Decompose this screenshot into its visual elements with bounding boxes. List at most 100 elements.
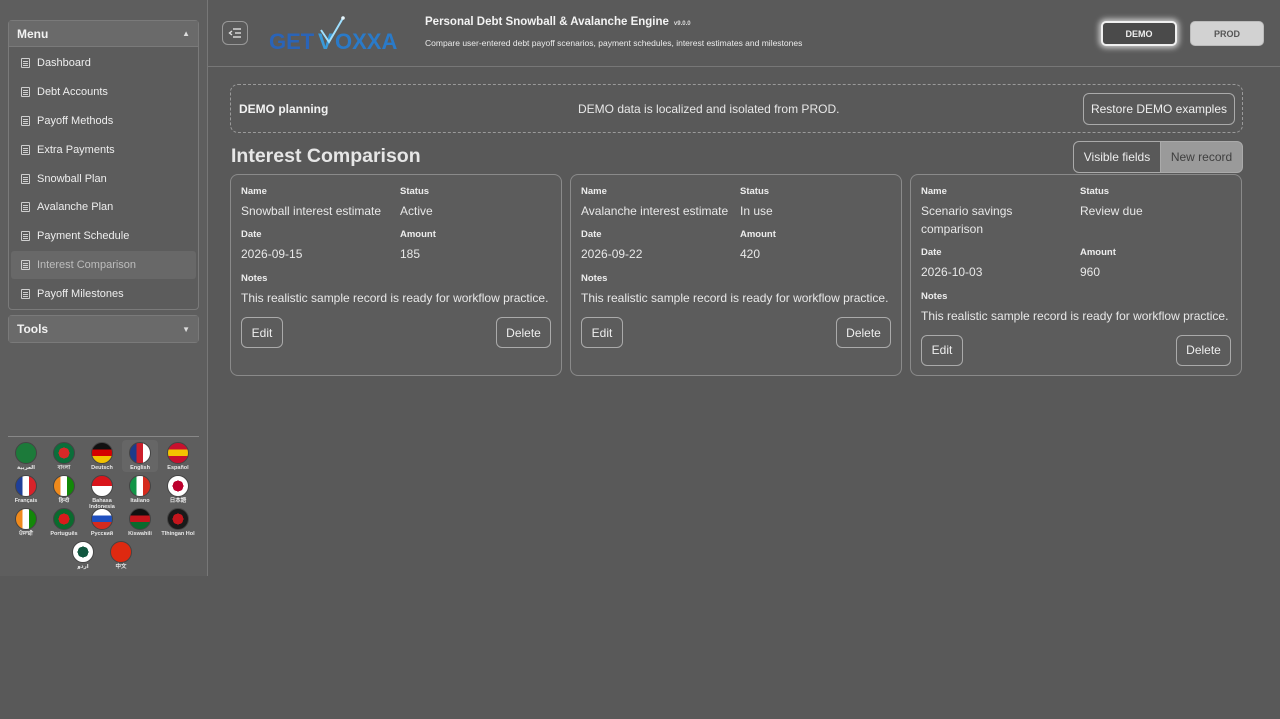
language-label: Français: [14, 498, 38, 504]
language-option[interactable]: Português: [46, 506, 82, 537]
language-option[interactable]: اردو: [65, 539, 101, 570]
delete-button[interactable]: Delete: [496, 317, 551, 348]
sidebar-item-payoff-methods[interactable]: Payoff Methods: [11, 107, 196, 136]
sidebar-item-extra-payments[interactable]: Extra Payments: [11, 135, 196, 164]
language-label: اردو: [77, 564, 89, 570]
svg-text:OXXA: OXXA: [335, 29, 397, 54]
name-value: Scenario savings comparison: [921, 204, 1013, 236]
language-option[interactable]: ਪੰਜਾਬੀ: [8, 506, 44, 537]
flag-icon: [129, 475, 151, 497]
sidebar-item-label: Avalanche Plan: [37, 201, 114, 214]
visible-fields-button[interactable]: Visible fields: [1073, 141, 1161, 173]
language-option[interactable]: Français: [8, 473, 44, 504]
sidebar-item-label: Payoff Methods: [37, 114, 114, 127]
amount-field: Amount 420: [740, 229, 890, 264]
new-record-button[interactable]: New record: [1160, 141, 1243, 173]
record-card: Name Avalanche interest estimate Status In …: [570, 174, 902, 376]
language-label: Tlhingan Hol: [161, 531, 195, 537]
language-option[interactable]: Kiswahili: [122, 506, 158, 537]
name-field: Name Scenario savings comparison: [921, 186, 1071, 238]
language-label: Italiano: [130, 498, 150, 504]
language-label: Русский: [90, 531, 114, 537]
notes-label: Notes: [241, 273, 268, 284]
notes-field: Notes This realistic sample record is rea…: [581, 273, 896, 308]
list-icon: [21, 173, 30, 184]
sidebar-item-avalanche-plan[interactable]: Avalanche Plan: [11, 193, 196, 222]
record-card: Name Scenario savings comparison Status Rev…: [910, 174, 1242, 376]
amount-value: 960: [1080, 264, 1101, 279]
edit-button[interactable]: Edit: [241, 317, 283, 348]
flag-icon: [129, 508, 151, 530]
sidebar-item-dashboard[interactable]: Dashboard: [11, 49, 196, 78]
list-icon: [21, 288, 30, 299]
language-option[interactable]: Tlhingan Hol: [160, 506, 196, 537]
language-option[interactable]: Bahasa Indonesia: [84, 473, 120, 510]
edit-button[interactable]: Edit: [581, 317, 623, 348]
sidebar-item-snowball-plan[interactable]: Snowball Plan: [11, 164, 196, 193]
notes-label: Notes: [581, 273, 608, 284]
amount-label: Amount: [1080, 246, 1116, 258]
sidebar-item-label: Payment Schedule: [37, 230, 130, 243]
delete-button[interactable]: Delete: [1176, 334, 1231, 366]
sidebar-item-label: Dashboard: [37, 57, 91, 70]
name-value: Avalanche interest estimate: [581, 204, 729, 218]
restore-demo-button[interactable]: Restore DEMO examples: [1083, 93, 1235, 125]
flag-icon: [129, 442, 151, 464]
flag-icon: [15, 475, 37, 497]
menu-panel-header[interactable]: Menu ▲: [9, 21, 198, 47]
notes-value: This realistic sample record is ready fo…: [581, 291, 889, 305]
record-card: Name Snowball interest estimate Status Acti…: [230, 174, 562, 376]
amount-label: Amount: [400, 229, 436, 240]
language-option[interactable]: العربية: [8, 440, 44, 471]
banner-text: DEMO data is localized and isolated from…: [578, 102, 840, 116]
demo-button[interactable]: DEMO: [1101, 21, 1177, 46]
language-label: Português: [50, 531, 78, 537]
sidebar-item-debt-accounts[interactable]: Debt Accounts: [11, 78, 196, 107]
language-label: हिन्दी: [58, 498, 70, 504]
name-field: Name Snowball interest estimate: [241, 186, 391, 221]
sidebar-toggle-button[interactable]: [222, 21, 248, 45]
svg-text:GET: GET: [269, 29, 315, 54]
date-field: Date 2026-09-22: [581, 229, 731, 264]
collapse-sidebar-icon: [228, 28, 241, 38]
divider: [8, 436, 199, 437]
date-value: 2026-10-03: [921, 264, 983, 279]
status-field: Status Active: [400, 186, 550, 221]
page-title: Interest Comparison: [231, 145, 421, 167]
flag-icon: [110, 541, 132, 563]
language-label: বাংলা: [57, 465, 71, 471]
notes-field: Notes This realistic sample record is rea…: [241, 273, 556, 308]
sidebar-item-payment-schedule[interactable]: Payment Schedule: [11, 222, 196, 251]
app-title: Personal Debt Snowball & Avalanche Engin…: [425, 16, 691, 28]
language-option[interactable]: हिन्दी: [46, 473, 82, 504]
language-label: العربية: [16, 465, 36, 471]
flag-icon: [167, 475, 189, 497]
edit-button[interactable]: Edit: [921, 334, 963, 366]
tools-title: Tools: [17, 322, 49, 336]
language-option[interactable]: Русский: [84, 506, 120, 537]
sidebar-item-interest-comparison[interactable]: Interest Comparison: [11, 250, 196, 280]
prod-button[interactable]: PROD: [1190, 21, 1264, 46]
chevron-down-icon: ▼: [182, 324, 190, 334]
tools-panel-header[interactable]: Tools ▼: [9, 316, 198, 342]
language-option[interactable]: বাংলা: [46, 440, 82, 471]
language-option[interactable]: English: [122, 440, 158, 472]
language-label: Deutsch: [91, 465, 113, 471]
language-label: Kiswahili: [128, 531, 152, 537]
sidebar-item-payoff-milestones[interactable]: Payoff Milestones: [11, 279, 196, 308]
language-option[interactable]: 中文: [103, 539, 139, 570]
delete-button[interactable]: Delete: [836, 317, 891, 348]
language-option[interactable]: Español: [160, 440, 196, 471]
amount-field: Amount 185: [400, 229, 550, 264]
language-option[interactable]: Deutsch: [84, 440, 120, 471]
flag-icon: [15, 442, 37, 464]
name-label: Name: [921, 186, 947, 197]
notes-value: This realistic sample record is ready fo…: [921, 308, 1229, 323]
language-option[interactable]: 日本語: [160, 473, 196, 504]
amount-field: Amount 960: [1080, 247, 1230, 282]
menu-panel: Menu ▲ Dashboard Debt Accounts Payoff Meth…: [8, 20, 199, 310]
language-option[interactable]: Italiano: [122, 473, 158, 504]
status-field: Status In use: [740, 186, 890, 221]
language-label: Español: [167, 465, 189, 471]
status-value: Active: [400, 204, 433, 218]
